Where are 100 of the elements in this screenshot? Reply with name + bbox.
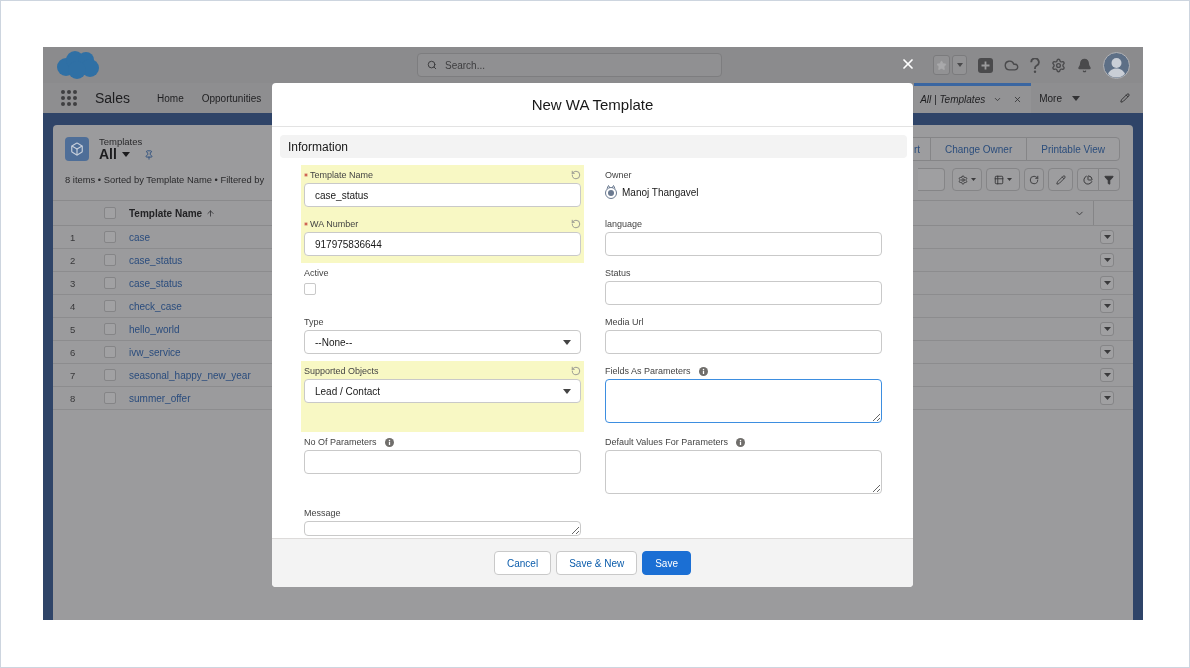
user-avatar-icon	[605, 185, 617, 199]
pin-icon[interactable]	[143, 149, 154, 160]
info-icon[interactable]	[698, 366, 708, 376]
pencil-icon	[1055, 174, 1066, 185]
record-link[interactable]: check_case	[129, 300, 182, 312]
secondary-button[interactable]: Cancel	[494, 551, 552, 575]
field-label: Type	[304, 317, 324, 327]
pencil-icon[interactable]	[1120, 93, 1130, 103]
info-icon[interactable]	[384, 437, 394, 447]
row-number: 5	[69, 323, 76, 335]
input-field[interactable]	[605, 330, 882, 354]
caret-down-icon	[1103, 327, 1111, 331]
cloud-icon[interactable]	[1004, 57, 1019, 73]
checkbox[interactable]	[104, 323, 116, 335]
field-label: language	[605, 219, 643, 229]
caret-down-icon	[563, 388, 571, 394]
row-menu-button[interactable]	[1100, 253, 1114, 267]
column-header[interactable]: Template Name	[129, 207, 203, 219]
text-area[interactable]	[605, 379, 882, 423]
app-launcher-icon[interactable]	[61, 90, 77, 106]
plus-icon[interactable]	[978, 57, 993, 73]
text-area[interactable]	[304, 521, 581, 536]
record-link[interactable]: summer_offer	[129, 392, 191, 404]
record-link[interactable]: ivw_service	[129, 346, 181, 358]
row-menu-button[interactable]	[1100, 299, 1114, 313]
undo-icon[interactable]	[571, 219, 581, 229]
checkbox[interactable]	[104, 300, 116, 312]
filter-button[interactable]	[1098, 168, 1120, 191]
nav-item[interactable]: Opportunities	[201, 92, 262, 104]
row-menu-button[interactable]	[1100, 345, 1114, 359]
record-link[interactable]: hello_world	[129, 323, 180, 335]
save-button[interactable]: Save	[642, 551, 691, 575]
refresh-button[interactable]	[1024, 168, 1044, 191]
record-link[interactable]: case	[129, 231, 151, 243]
row-number: 4	[69, 300, 76, 312]
undo-icon[interactable]	[571, 366, 581, 376]
caret-down-icon	[1103, 304, 1111, 308]
row-menu-button[interactable]	[1100, 276, 1114, 290]
close-button[interactable]	[900, 56, 916, 72]
modal-title: New WA Template	[531, 96, 654, 113]
input-field[interactable]	[605, 232, 882, 256]
close-icon[interactable]	[1013, 95, 1023, 104]
owner-name: Manoj Thangavel	[622, 186, 699, 198]
help-icon[interactable]	[1030, 57, 1040, 73]
action-button[interactable]: Change Owner	[930, 137, 1028, 161]
dropdown-field[interactable]: Lead / Contact	[304, 379, 581, 403]
field-label: Active	[304, 268, 329, 278]
settings-icon	[958, 174, 968, 185]
undo-icon[interactable]	[571, 170, 581, 180]
field-label: Media Url	[605, 317, 644, 327]
row-number: 7	[69, 369, 76, 381]
row-menu-button[interactable]	[1100, 230, 1114, 244]
secondary-button[interactable]: Save & New	[556, 551, 638, 575]
caret-down-icon	[1072, 95, 1080, 101]
field-label: Status	[605, 268, 631, 278]
caret-down-icon	[1103, 373, 1111, 377]
action-button[interactable]: Printable View	[1026, 137, 1120, 161]
record-link[interactable]: seasonal_happy_new_year	[129, 369, 251, 381]
input-field[interactable]	[918, 168, 945, 191]
input-field[interactable]: 917975836644	[304, 232, 581, 256]
settings-menu-button[interactable]	[952, 168, 982, 191]
row-menu-button[interactable]	[1100, 391, 1114, 405]
search-field[interactable]: Search...	[417, 53, 722, 77]
checkbox[interactable]	[104, 392, 116, 404]
checkbox[interactable]	[104, 369, 116, 381]
input-field[interactable]: case_status	[304, 183, 581, 207]
input-field[interactable]	[304, 450, 581, 474]
cloud-logo-icon	[55, 50, 99, 80]
chevron-down-icon[interactable]	[993, 95, 1003, 104]
edit-button[interactable]	[1048, 168, 1073, 191]
row-number: 6	[69, 346, 76, 358]
checkbox[interactable]	[104, 207, 116, 219]
caret-down-icon	[1007, 178, 1012, 181]
row-menu-button[interactable]	[1100, 322, 1114, 336]
section-header[interactable]: Information	[280, 135, 907, 158]
row-menu-button[interactable]	[1100, 368, 1114, 382]
checkbox[interactable]	[104, 346, 116, 358]
checkbox[interactable]	[104, 277, 116, 289]
checkbox[interactable]	[104, 231, 116, 243]
bell-icon[interactable]	[1077, 57, 1092, 73]
caret-down-icon	[1103, 258, 1111, 262]
nav-item[interactable]: Home	[157, 92, 184, 104]
list-view-dropdown[interactable]: All	[99, 147, 130, 162]
chart-button[interactable]	[1077, 168, 1099, 191]
record-link[interactable]: case_status	[129, 254, 183, 266]
refresh-icon	[1029, 174, 1039, 185]
display-menu-button[interactable]	[986, 168, 1020, 191]
input-field[interactable]	[605, 281, 882, 305]
caret-down-icon	[121, 152, 130, 157]
info-icon[interactable]	[735, 437, 745, 447]
settings-icon[interactable]	[1051, 57, 1066, 73]
checkbox[interactable]	[104, 254, 116, 266]
more-button[interactable]: More	[1039, 92, 1080, 104]
checkbox[interactable]	[304, 283, 316, 295]
workspace-tab[interactable]: All | Templates	[914, 83, 1032, 113]
caret-down-icon[interactable]	[952, 55, 967, 75]
row-number: 3	[69, 277, 76, 289]
user-avatar-icon[interactable]	[1103, 51, 1130, 79]
dropdown-field[interactable]: --None--	[304, 330, 581, 354]
record-link[interactable]: case_status	[129, 277, 183, 289]
